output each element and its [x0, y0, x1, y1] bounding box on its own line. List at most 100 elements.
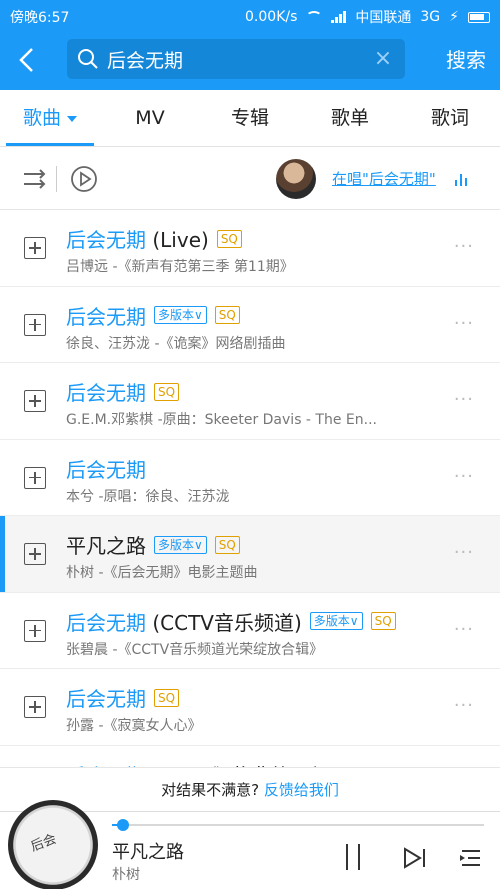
- caret-down-icon: [67, 115, 77, 122]
- result-tabs: 歌曲 MV 专辑 歌单 歌词: [0, 90, 500, 147]
- song-title: 后会无期 SQ: [66, 683, 180, 712]
- next-button[interactable]: [402, 846, 428, 870]
- add-icon[interactable]: [24, 313, 46, 336]
- more-icon[interactable]: ···: [454, 466, 474, 487]
- song-subtitle: 本兮 -原唱：徐良、汪苏泷: [66, 488, 230, 505]
- multi-version-badge[interactable]: 多版本∨: [154, 535, 207, 554]
- back-button[interactable]: [10, 42, 46, 78]
- more-icon[interactable]: ···: [454, 313, 474, 334]
- song-subtitle: 张碧晨 -《CCTV音乐频道光荣绽放合辑》: [66, 641, 324, 658]
- more-icon[interactable]: ···: [454, 389, 474, 410]
- song-title-rest: (Live): [146, 228, 209, 252]
- more-icon[interactable]: ···: [454, 542, 474, 563]
- add-icon[interactable]: [24, 390, 46, 412]
- search-input[interactable]: [107, 39, 367, 79]
- song-subtitle: 孙露 -《寂寞女人心》: [66, 718, 202, 734]
- add-icon[interactable]: [24, 696, 46, 718]
- album-art-text: 后会: [28, 831, 59, 855]
- charging-icon: ⚡: [449, 9, 459, 25]
- song-row[interactable]: 后会无期 多版本∨ SQ 徐良、汪苏泷 -《诡案》网络剧插曲 ···: [0, 286, 500, 363]
- playlist-icon[interactable]: [458, 846, 484, 870]
- wifi-icon: [306, 11, 323, 23]
- play-all-icon[interactable]: [70, 165, 98, 193]
- song-list: 后会无期 (Live) SQ 吕博远 -《新声有范第三季 第11期》 ··· 后…: [0, 210, 500, 822]
- progress-knob[interactable]: [117, 819, 130, 831]
- multi-version-badge[interactable]: 多版本∨: [154, 306, 207, 324]
- sq-badge: SQ: [214, 306, 240, 324]
- song-title-highlight: 后会无期: [66, 457, 146, 482]
- sq-badge: SQ: [214, 535, 240, 554]
- more-icon[interactable]: ···: [454, 236, 474, 257]
- song-row[interactable]: 后会无期 (Live) SQ 吕博远 -《新声有范第三季 第11期》 ···: [0, 210, 500, 287]
- tab-label: 专辑: [230, 107, 269, 129]
- search-button[interactable]: 搜索: [446, 44, 486, 73]
- status-right: 0.00K/s 中国联通 3G ⚡: [245, 7, 490, 27]
- action-row: 在唱"后会无期": [0, 148, 500, 210]
- song-subtitle: 吕博远 -《新声有范第三季 第11期》: [66, 259, 294, 275]
- add-icon[interactable]: [24, 543, 46, 565]
- song-title: 平凡之路 多版本∨ SQ: [66, 530, 240, 559]
- song-row[interactable]: 后会无期 (CCTV音乐频道) 多版本∨ SQ 张碧晨 -《CCTV音乐频道光荣绽…: [0, 592, 500, 669]
- song-title: 后会无期 (CCTV音乐频道) 多版本∨ SQ: [66, 607, 396, 636]
- album-art[interactable]: 后会: [8, 800, 98, 889]
- progress-bar[interactable]: [112, 819, 484, 831]
- add-icon[interactable]: [24, 237, 46, 259]
- add-icon[interactable]: [24, 466, 46, 489]
- song-row[interactable]: 平凡之路 多版本∨ SQ 朴树 -《后会无期》电影主题曲 ···: [0, 516, 500, 593]
- song-title-highlight: 后会无期: [66, 687, 146, 711]
- more-icon[interactable]: ···: [454, 695, 474, 716]
- song-title-highlight: 后会无期: [66, 304, 146, 329]
- status-bar: 傍晚6:57 0.00K/s 中国联通 3G ⚡: [0, 0, 500, 30]
- song-row[interactable]: 后会无期 SQ 孙露 -《寂寞女人心》 ···: [0, 669, 500, 746]
- search-box[interactable]: ×: [67, 39, 405, 79]
- multi-select-icon[interactable]: [22, 166, 48, 192]
- song-title: 后会无期 (Live) SQ: [66, 224, 242, 253]
- feedback-bar: 对结果不满意? 反馈给我们: [0, 767, 500, 811]
- feedback-link[interactable]: 反馈给我们: [264, 781, 339, 799]
- status-time: 傍晚6:57: [10, 10, 70, 26]
- tab-lyrics[interactable]: 歌词: [400, 90, 500, 146]
- mini-player[interactable]: 后会 平凡之路 朴树: [0, 800, 500, 889]
- add-icon[interactable]: [24, 619, 46, 642]
- tab-songs[interactable]: 歌曲: [0, 90, 100, 146]
- network-speed: 0.00K/s: [245, 9, 298, 25]
- tab-label: 歌词: [430, 107, 469, 129]
- song-row[interactable]: 后会无期 SQ G.E.M.邓紫棋 -原曲：Skeeter Davis - Th…: [0, 363, 500, 440]
- clear-icon[interactable]: ×: [373, 48, 393, 70]
- divider: [56, 166, 57, 192]
- search-header: × 搜索: [0, 30, 500, 90]
- tab-label: 歌单: [330, 107, 369, 129]
- battery-icon: [468, 11, 490, 23]
- sq-badge: SQ: [370, 612, 396, 630]
- song-row[interactable]: 后会无期 本兮 -原唱：徐良、汪苏泷 ···: [0, 439, 500, 516]
- song-subtitle: 朴树 -《后会无期》电影主题曲: [66, 565, 258, 581]
- song-title: 后会无期 多版本∨ SQ: [66, 301, 240, 330]
- back-arrow-icon: [19, 48, 33, 72]
- search-icon: [78, 49, 98, 69]
- signal-icon: [331, 11, 347, 23]
- song-title-highlight: 后会无期: [66, 381, 146, 405]
- singing-link[interactable]: 在唱"后会无期": [332, 168, 436, 189]
- network-type: 3G: [420, 9, 441, 25]
- now-playing-artist: 朴树: [112, 867, 140, 883]
- pause-button[interactable]: [344, 844, 362, 870]
- tab-mv[interactable]: MV: [100, 90, 200, 146]
- song-subtitle: 徐良、汪苏泷 -《诡案》网络剧插曲: [66, 335, 286, 352]
- more-icon[interactable]: ···: [454, 619, 474, 640]
- sq-badge: SQ: [216, 229, 242, 248]
- tab-label: 歌曲: [22, 107, 61, 129]
- song-title-highlight: 后会无期: [66, 228, 146, 252]
- carrier-name: 中国联通: [355, 10, 412, 26]
- sq-badge: SQ: [154, 688, 180, 707]
- song-title: 后会无期: [66, 454, 146, 483]
- feedback-question: 对结果不满意?: [161, 781, 260, 799]
- tab-playlists[interactable]: 歌单: [300, 90, 400, 146]
- song-subtitle: G.E.M.邓紫棋 -原曲：Skeeter Davis - The En...: [66, 412, 377, 428]
- tab-albums[interactable]: 专辑: [200, 90, 300, 146]
- song-title-highlight: 后会无期: [66, 610, 146, 635]
- multi-version-badge[interactable]: 多版本∨: [309, 612, 363, 630]
- singer-avatar[interactable]: [276, 159, 316, 199]
- equalizer-icon: [455, 174, 467, 186]
- sq-badge: SQ: [154, 382, 180, 401]
- song-title-rest: (CCTV音乐频道): [146, 610, 302, 635]
